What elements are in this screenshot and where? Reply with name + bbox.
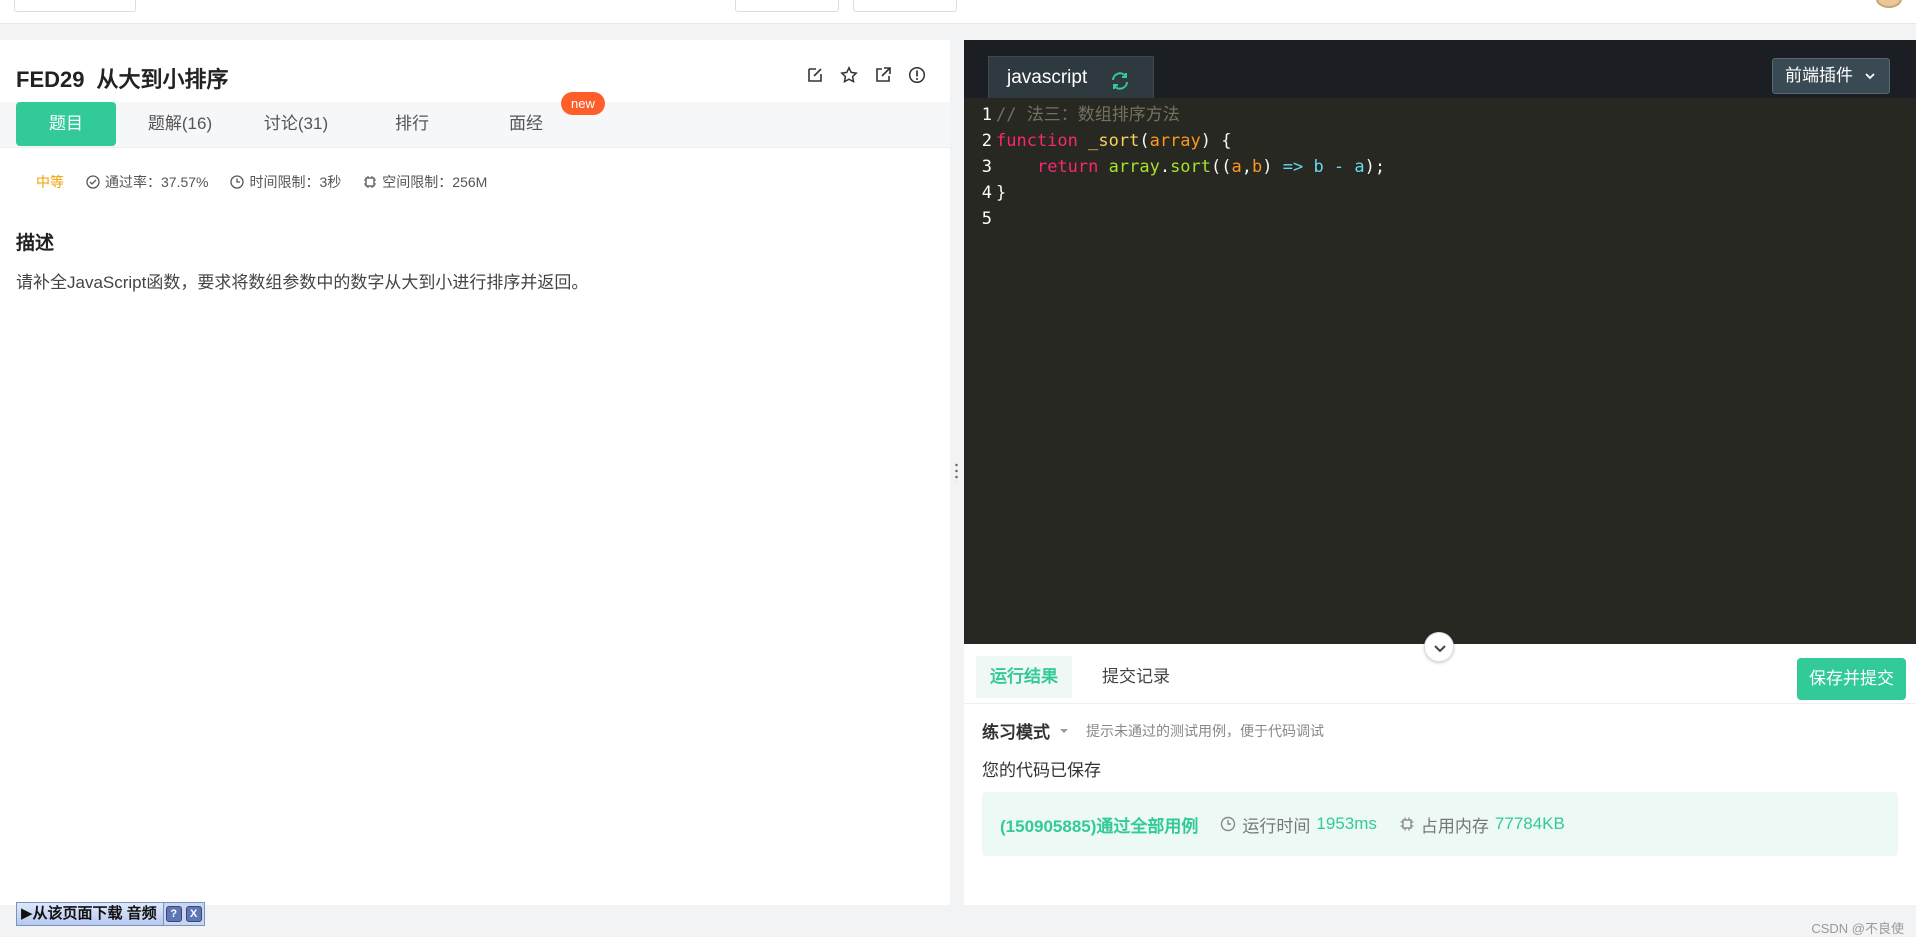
code-punct: , bbox=[1241, 157, 1252, 177]
code-punct: ) bbox=[1262, 157, 1283, 177]
page-title: FED29 从大到小排序 bbox=[16, 62, 229, 94]
code-line: 3 return array.sort((a,b) => b - a); bbox=[964, 154, 1385, 180]
description-heading: 描述 bbox=[16, 233, 55, 254]
new-badge: new bbox=[561, 92, 605, 115]
description-text: 请补全JavaScript函数，要求将数组参数中的数字从大到小进行排序并返回。 bbox=[16, 273, 589, 292]
line-number: 5 bbox=[981, 209, 992, 229]
nav-button[interactable] bbox=[853, 0, 957, 12]
line-number: 4 bbox=[981, 183, 992, 203]
code-line: 2 function _sort(array) { bbox=[964, 128, 1232, 154]
code-line: 5 bbox=[964, 206, 996, 232]
language-label: javascript bbox=[1007, 67, 1088, 88]
code-variable: array bbox=[1108, 157, 1160, 177]
info-icon[interactable] bbox=[908, 66, 926, 84]
share-icon[interactable] bbox=[874, 66, 892, 84]
avatar[interactable] bbox=[1876, 0, 1902, 8]
top-navbar bbox=[0, 0, 1916, 24]
chip-icon bbox=[364, 176, 377, 188]
code-method: sort bbox=[1170, 157, 1212, 177]
chip-icon bbox=[1400, 817, 1414, 831]
result-tabs: 运行结果 提交记录 保存并提交 bbox=[964, 644, 1916, 704]
panel-splitter[interactable] bbox=[950, 40, 964, 905]
code-param: b bbox=[1252, 157, 1263, 177]
code-punct: . bbox=[1159, 157, 1171, 177]
practice-mode[interactable]: 练习模式 提示未通过的测试用例，便于代码调试 bbox=[982, 718, 1324, 743]
question-panel: FED29 从大到小排序 题目 题解(16) 讨论(31) 排行 面经 new 中… bbox=[0, 40, 950, 926]
code-line: 4} bbox=[964, 180, 1007, 206]
code-arrow: => bbox=[1282, 157, 1304, 177]
space-limit-label: 空间限制：256M bbox=[382, 174, 488, 190]
code-punct: ( bbox=[1139, 131, 1150, 151]
caret-down-icon[interactable] bbox=[1058, 725, 1070, 737]
save-submit-button[interactable]: 保存并提交 bbox=[1797, 658, 1906, 700]
star-icon[interactable] bbox=[840, 66, 858, 84]
code-panel: javascript 前端插件 1// 法三：数组排序方法 2 function … bbox=[964, 40, 1916, 936]
code-punct: ) { bbox=[1200, 131, 1232, 151]
audio-download-bar: ▶从该页面下载 音频 ? X bbox=[16, 902, 205, 926]
audio-download-button[interactable]: ▶从该页面下载 音频 bbox=[17, 903, 164, 925]
title-toolbar bbox=[806, 66, 926, 84]
clock-icon bbox=[230, 175, 245, 189]
code-comment: // 法三：数组排序方法 bbox=[996, 105, 1180, 125]
plugin-label: 前端插件 bbox=[1785, 66, 1853, 85]
mode-label: 练习模式 bbox=[982, 723, 1050, 742]
code-function: _sort bbox=[1088, 131, 1140, 151]
time-limit: 时间限制：3秒 bbox=[230, 172, 341, 192]
tab-solutions[interactable]: 题解(16) bbox=[130, 102, 230, 146]
question-code: FED29 bbox=[16, 67, 85, 92]
nav-button[interactable] bbox=[14, 0, 136, 12]
runtime-stat: 运行时间 1953ms bbox=[1220, 812, 1377, 837]
question-tabs: 题目 题解(16) 讨论(31) 排行 面经 bbox=[0, 102, 950, 148]
pass-rate-label: 通过率：37.57% bbox=[105, 174, 209, 190]
language-tab[interactable]: javascript bbox=[988, 56, 1154, 98]
memory-value: 77784KB bbox=[1494, 814, 1565, 833]
code-param: a bbox=[1231, 157, 1242, 177]
line-number: 3 bbox=[981, 157, 992, 177]
code-keyword: function bbox=[996, 131, 1078, 151]
runtime-label: 运行时间 bbox=[1242, 816, 1311, 836]
result-summary: (150905885)通过全部用例 运行时间 1953ms 占用内存 77784… bbox=[982, 792, 1898, 856]
tab-ranking[interactable]: 排行 bbox=[362, 102, 462, 146]
memory-label: 占用内存 bbox=[1420, 816, 1489, 836]
help-icon[interactable]: ? bbox=[165, 906, 182, 922]
code-brace: } bbox=[996, 183, 1007, 203]
watermark: CSDN @不良使 bbox=[1811, 921, 1904, 936]
tab-run-result[interactable]: 运行结果 bbox=[976, 656, 1072, 698]
code-keyword: return bbox=[1036, 157, 1099, 177]
question-meta: 中等 通过率：37.57% 时间限制：3秒 空间限制：256M bbox=[36, 172, 487, 192]
chevron-down-icon bbox=[1865, 73, 1875, 80]
tab-interview[interactable]: 面经 bbox=[476, 102, 576, 146]
nav-button[interactable] bbox=[735, 0, 839, 12]
code-punct: (( bbox=[1211, 157, 1232, 177]
check-circle-icon bbox=[86, 175, 100, 189]
tab-discussion[interactable]: 讨论(31) bbox=[246, 102, 346, 146]
line-number: 1 bbox=[981, 105, 992, 125]
editor-header: javascript 前端插件 bbox=[964, 40, 1916, 98]
tab-problem[interactable]: 题目 bbox=[16, 102, 116, 146]
code-param: array bbox=[1149, 131, 1201, 151]
memory-stat: 占用内存 77784KB bbox=[1399, 812, 1565, 837]
difficulty-badge: 中等 bbox=[36, 174, 64, 190]
code-editor[interactable]: 1// 法三：数组排序方法 2 function _sort(array) { 3… bbox=[964, 98, 1916, 644]
edit-icon[interactable] bbox=[806, 66, 824, 84]
tab-submission-history[interactable]: 提交记录 bbox=[1088, 656, 1184, 698]
code-expression: b - a bbox=[1303, 157, 1365, 177]
mode-hint: 提示未通过的测试用例，便于代码调试 bbox=[1086, 722, 1324, 739]
close-icon[interactable]: X bbox=[185, 906, 202, 922]
drag-handle-icon[interactable] bbox=[955, 462, 958, 482]
clock-icon bbox=[1221, 816, 1236, 832]
question-title: 从大到小排序 bbox=[96, 67, 229, 92]
runtime-value: 1953ms bbox=[1316, 814, 1377, 833]
pass-rate: 通过率：37.57% bbox=[86, 172, 208, 192]
code-line: 1// 法三：数组排序方法 bbox=[964, 102, 1180, 128]
space-limit: 空间限制：256M bbox=[363, 172, 487, 192]
saved-message: 您的代码已保存 bbox=[982, 761, 1101, 780]
time-limit-label: 时间限制：3秒 bbox=[249, 174, 342, 190]
line-number: 2 bbox=[981, 131, 992, 151]
pass-status: (150905885)通过全部用例 bbox=[1000, 816, 1199, 836]
code-punct: ); bbox=[1364, 157, 1386, 177]
plugin-dropdown[interactable]: 前端插件 bbox=[1772, 58, 1890, 94]
